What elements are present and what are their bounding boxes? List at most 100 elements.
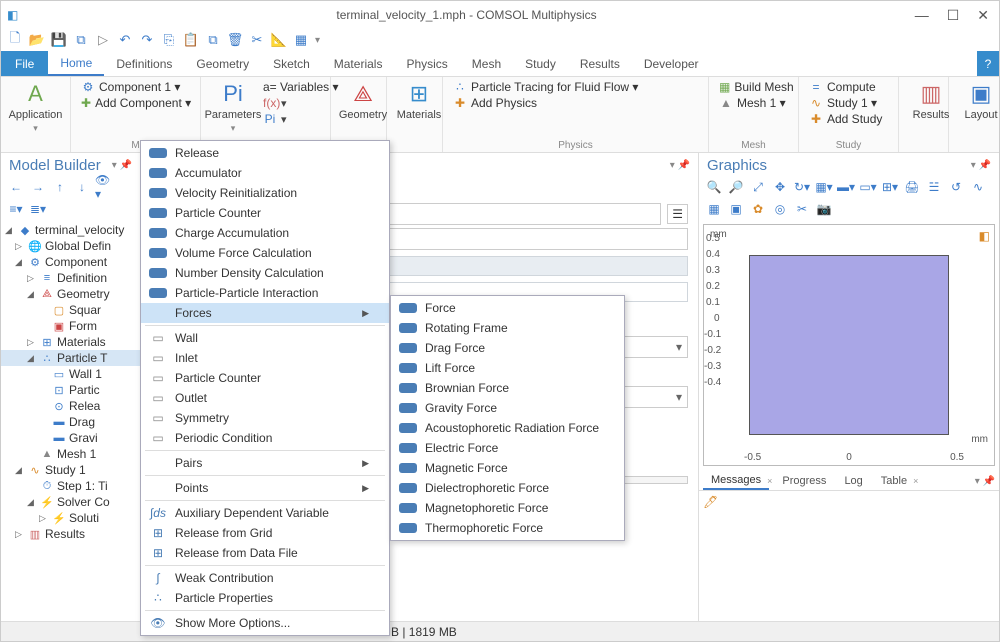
- gf-icon[interactable]: ✿: [749, 200, 767, 218]
- save-icon[interactable]: 💾: [51, 32, 67, 48]
- paste-icon[interactable]: 📋: [183, 32, 199, 48]
- qat-dropdown[interactable]: ▾: [315, 35, 320, 46]
- mi-release[interactable]: Release: [141, 143, 389, 163]
- mi-forces[interactable]: Forces▶: [141, 303, 389, 323]
- mi-particle-counter-2[interactable]: ▭Particle Counter: [141, 368, 389, 388]
- mi-gravity-force[interactable]: Gravity Force: [391, 398, 624, 418]
- gb-icon[interactable]: ↺: [947, 178, 965, 196]
- mi-release-grid[interactable]: ⊞Release from Grid: [141, 523, 389, 543]
- layout-button[interactable]: ▣Layout: [957, 79, 1000, 123]
- variables-button[interactable]: a= Variables ▾: [261, 79, 341, 95]
- tab-developer[interactable]: Developer: [632, 51, 711, 76]
- ga-icon[interactable]: ☱: [925, 178, 943, 196]
- mi-inlet[interactable]: ▭Inlet: [141, 348, 389, 368]
- more1-icon[interactable]: ⊞▾: [881, 178, 899, 196]
- mi-dielectro-force[interactable]: Dielectrophoretic Force: [391, 478, 624, 498]
- camera-icon[interactable]: 📷: [815, 200, 833, 218]
- zoom-out-icon[interactable]: 🔎: [727, 178, 745, 196]
- mi-pp-interaction[interactable]: Particle-Particle Interaction: [141, 283, 389, 303]
- eye-icon[interactable]: 👁▾: [95, 178, 113, 196]
- minimize-button[interactable]: —: [915, 7, 929, 24]
- close-button[interactable]: ✕: [977, 7, 989, 24]
- print-icon[interactable]: 🖨: [903, 178, 921, 196]
- ruler-icon[interactable]: 📐: [271, 32, 287, 48]
- mi-particle-counter[interactable]: Particle Counter: [141, 203, 389, 223]
- gh-icon[interactable]: ✂: [793, 200, 811, 218]
- nav-fwd-icon[interactable]: →: [29, 178, 47, 196]
- mi-volume-force[interactable]: Volume Force Calculation: [141, 243, 389, 263]
- mesh1-dropdown[interactable]: ▲Mesh 1 ▾: [717, 95, 790, 111]
- tab-results[interactable]: Results: [568, 51, 632, 76]
- log-pin-icon[interactable]: ▾ 📌: [975, 476, 995, 487]
- pin-icon[interactable]: ▾ 📌: [112, 160, 132, 171]
- mi-charge-accum[interactable]: Charge Accumulation: [141, 223, 389, 243]
- mi-wall[interactable]: ▭Wall: [141, 328, 389, 348]
- nav-down-icon[interactable]: ↓: [73, 178, 91, 196]
- saveall-icon[interactable]: ⧉: [73, 32, 89, 48]
- add-component-button[interactable]: ✚Add Component ▾: [79, 95, 192, 111]
- copy-icon[interactable]: ⎘: [161, 32, 177, 48]
- tab-messages[interactable]: Messages: [703, 472, 769, 490]
- pan-icon[interactable]: ✥: [771, 178, 789, 196]
- mi-aux-dep-var[interactable]: ∫dsAuxiliary Dependent Variable: [141, 503, 389, 523]
- parameters-button[interactable]: Pi Parameters ▾: [209, 79, 257, 136]
- wand-icon[interactable]: 🖊: [703, 495, 718, 509]
- mi-particle-props[interactable]: ∴Particle Properties: [141, 588, 389, 608]
- mi-lift-force[interactable]: Lift Force: [391, 358, 624, 378]
- application-button[interactable]: A Application ▾: [9, 79, 62, 136]
- results-button[interactable]: ▥Results: [907, 79, 955, 123]
- mi-rotating-frame[interactable]: Rotating Frame: [391, 318, 624, 338]
- help-button[interactable]: ?: [977, 51, 999, 76]
- mi-pairs[interactable]: Pairs▶: [141, 453, 389, 473]
- compute-button[interactable]: =Compute: [807, 79, 890, 95]
- tab-messages-close[interactable]: ×: [767, 476, 772, 486]
- cut-icon[interactable]: ✂: [249, 32, 265, 48]
- gg-icon[interactable]: ◎: [771, 200, 789, 218]
- mi-magneto-force[interactable]: Magnetophoretic Force: [391, 498, 624, 518]
- fx-button[interactable]: f(x)▾: [261, 95, 341, 111]
- rotate-icon[interactable]: ↻▾: [793, 178, 811, 196]
- tab-materials[interactable]: Materials: [322, 51, 395, 76]
- mi-magnetic-force[interactable]: Magnetic Force: [391, 458, 624, 478]
- sel-icon[interactable]: ▭▾: [859, 178, 877, 196]
- zoom-in-icon[interactable]: 🔍: [705, 178, 723, 196]
- mi-velocity-reinit[interactable]: Velocity Reinitialization: [141, 183, 389, 203]
- add-physics-button[interactable]: ✚Add Physics: [451, 95, 700, 111]
- new-icon[interactable]: 🗋: [7, 32, 23, 48]
- mi-periodic[interactable]: ▭Periodic Condition: [141, 428, 389, 448]
- settings-pin-icon[interactable]: ▾ 📌: [670, 160, 690, 171]
- mi-electric-force[interactable]: Electric Force: [391, 438, 624, 458]
- table-icon[interactable]: ▦: [293, 32, 309, 48]
- add-study-button[interactable]: ✚Add Study: [807, 111, 890, 127]
- mi-outlet[interactable]: ▭Outlet: [141, 388, 389, 408]
- run-icon[interactable]: ▷: [95, 32, 111, 48]
- graphics-pin-icon[interactable]: ▾ 📌: [971, 160, 991, 171]
- tab-physics[interactable]: Physics: [394, 51, 459, 76]
- mi-acousto-force[interactable]: Acoustophoretic Radiation Force: [391, 418, 624, 438]
- gd-icon[interactable]: ▦: [705, 200, 723, 218]
- tab-table[interactable]: Table: [873, 473, 915, 489]
- file-menu[interactable]: File: [1, 51, 48, 76]
- tree-ptf-node[interactable]: ◢∴Particle T: [1, 350, 140, 366]
- delete-icon[interactable]: 🗑: [227, 32, 243, 48]
- tab-sketch[interactable]: Sketch: [261, 51, 322, 76]
- mi-points[interactable]: Points▶: [141, 478, 389, 498]
- ptf-dropdown[interactable]: ∴Particle Tracing for Fluid Flow ▾: [451, 79, 700, 95]
- tab-log[interactable]: Log: [836, 473, 870, 489]
- mi-brownian-force[interactable]: Brownian Force: [391, 378, 624, 398]
- collapse-icon[interactable]: ≡▾: [7, 200, 25, 218]
- label-edit-icon[interactable]: ☰: [667, 204, 688, 224]
- mi-weak-contrib[interactable]: ∫Weak Contribution: [141, 568, 389, 588]
- geometry-button[interactable]: ⟁Geometry: [339, 79, 387, 123]
- component-dropdown[interactable]: ⚙Component 1 ▾: [79, 79, 192, 95]
- open-icon[interactable]: 📂: [29, 32, 45, 48]
- graphics-canvas[interactable]: mm mm 0.5 0.4 0.3 0.2 0.1 0 -0.1 -0.2 -0…: [703, 224, 995, 466]
- ge-icon[interactable]: ▣: [727, 200, 745, 218]
- maximize-button[interactable]: ☐: [947, 7, 960, 24]
- zoom-extents-icon[interactable]: ⤢: [749, 178, 767, 196]
- mi-accumulator[interactable]: Accumulator: [141, 163, 389, 183]
- materials-button[interactable]: ⊞Materials: [395, 79, 443, 123]
- mi-release-file[interactable]: ⊞Release from Data File: [141, 543, 389, 563]
- gc-icon[interactable]: ∿: [969, 178, 987, 196]
- nav-up-icon[interactable]: ↑: [51, 178, 69, 196]
